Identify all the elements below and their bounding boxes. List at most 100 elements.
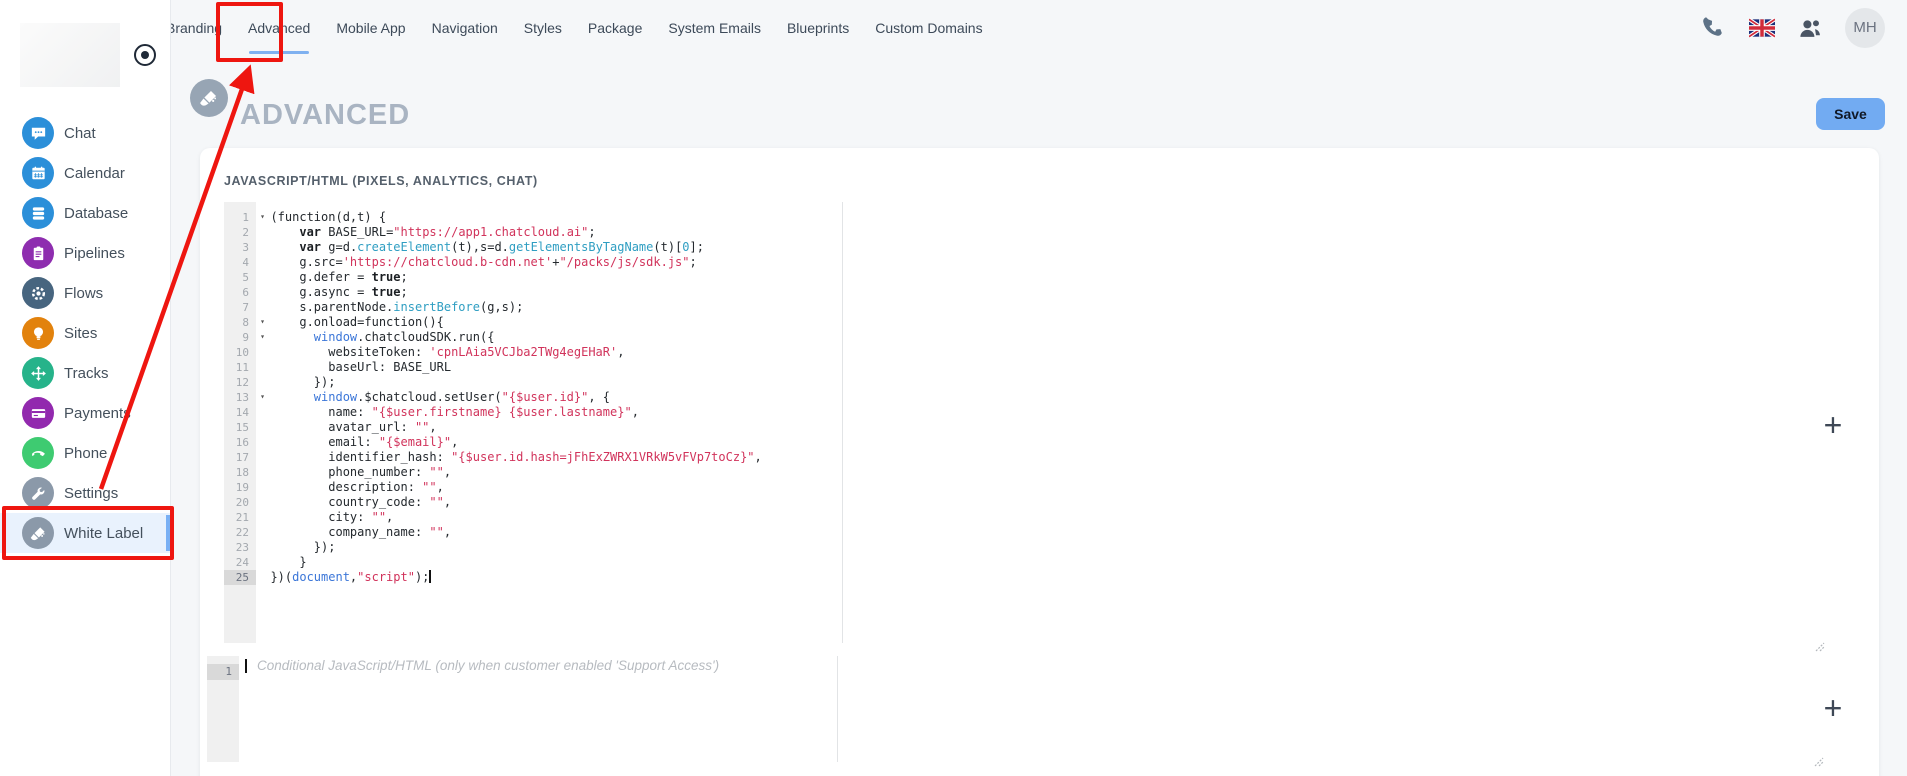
logo-placeholder	[20, 23, 120, 87]
sites-icon	[22, 317, 54, 349]
line-number: 5	[224, 270, 256, 285]
white-label-advanced-page: Chat Calendar Database PipelinesFlowsSitesT…	[0, 0, 1907, 776]
line-number: 8▾	[224, 315, 256, 330]
tab-advanced[interactable]: Advanced	[248, 0, 310, 55]
code-line: identifier_hash: "{$user.id.hash=jFhExZW…	[256, 450, 1816, 465]
sidebar-item-label: Database	[64, 205, 128, 222]
line-number: 23	[224, 540, 256, 555]
language-uk-flag-icon[interactable]	[1749, 15, 1775, 41]
line-number: 17	[224, 450, 256, 465]
white-label-icon	[22, 517, 54, 549]
sidebar-item-database[interactable]: Database	[0, 193, 170, 233]
topbar-icons: MH	[1701, 0, 1885, 55]
sidebar-item-sites[interactable]: Sites	[0, 313, 170, 353]
sidebar-item-payments[interactable]: Payments	[0, 393, 170, 433]
database-icon	[22, 197, 54, 229]
user-avatar[interactable]: MH	[1845, 8, 1885, 48]
editor1-code-area[interactable]: (function(d,t) { var BASE_URL="https://a…	[256, 210, 1816, 585]
phone-icon	[22, 437, 54, 469]
code-line: g.async = true;	[256, 285, 1816, 300]
sidebar-collapse-radio-icon[interactable]	[134, 44, 156, 66]
sidebar: Chat Calendar Database PipelinesFlowsSitesT…	[0, 0, 171, 776]
code-line: var g=d.createElement(t),s=d.getElements…	[256, 240, 1816, 255]
sidebar-item-calendar[interactable]: Calendar	[0, 153, 170, 193]
sidebar-item-settings[interactable]: Settings	[0, 473, 170, 513]
code-line: }	[256, 555, 1816, 570]
sidebar-item-chat[interactable]: Chat	[0, 113, 170, 153]
sidebar-item-flows[interactable]: Flows	[0, 273, 170, 313]
users-icon[interactable]	[1797, 15, 1823, 41]
line-number: 7	[224, 300, 256, 315]
editor2-placeholder: Conditional JavaScript/HTML (only when c…	[257, 658, 719, 673]
code-line: });	[256, 540, 1816, 555]
code-line: phone_number: "",	[256, 465, 1816, 480]
tab-bar: Branding Advanced Mobile App Navigation Styl…	[166, 0, 983, 55]
editor1-resize-handle[interactable]	[1812, 639, 1826, 653]
code-line: baseUrl: BASE_URL	[256, 360, 1816, 375]
editor2-add-button[interactable]: +	[1816, 691, 1850, 725]
code-line: (function(d,t) {	[256, 210, 1816, 225]
line-number: 22	[224, 525, 256, 540]
tab-mobile-app[interactable]: Mobile App	[336, 0, 405, 55]
code-line: window.$chatcloud.setUser("{$user.id}", …	[256, 390, 1816, 405]
sidebar-item-label: Phone	[64, 445, 107, 462]
sidebar-item-tracks[interactable]: Tracks	[0, 353, 170, 393]
line-number: 24	[224, 555, 256, 570]
text-cursor	[429, 570, 431, 583]
editor2-line-number: 1	[207, 664, 239, 680]
tab-custom-domains[interactable]: Custom Domains	[875, 0, 982, 55]
conditional-code-editor[interactable]: 1 Conditional JavaScript/HTML (only when…	[207, 656, 1817, 762]
line-number: 4	[224, 255, 256, 270]
tab-blueprints[interactable]: Blueprints	[787, 0, 849, 55]
sidebar-item-label: Settings	[64, 485, 118, 502]
line-number: 12	[224, 375, 256, 390]
line-number: 14	[224, 405, 256, 420]
editor2-gutter: 1	[207, 656, 239, 762]
editor2-first-line[interactable]: Conditional JavaScript/HTML (only when c…	[239, 658, 1817, 674]
code-line: g.src='https://chatcloud.b-cdn.net'+"/pa…	[256, 255, 1816, 270]
editor2-resize-handle[interactable]	[1811, 754, 1825, 768]
print-margin-line	[837, 656, 838, 762]
code-line: window.chatcloudSDK.run({	[256, 330, 1816, 345]
code-line: })(document,"script");	[256, 570, 1816, 585]
code-line: company_name: "",	[256, 525, 1816, 540]
editor1-add-button[interactable]: +	[1816, 408, 1850, 442]
tab-branding[interactable]: Branding	[166, 0, 222, 55]
tab-package[interactable]: Package	[588, 0, 642, 55]
editor1-gutter: 1▾2345678▾9▾10111213▾1415161718192021222…	[224, 202, 256, 643]
line-number: 3	[224, 240, 256, 255]
line-number: 19	[224, 480, 256, 495]
code-line: city: "",	[256, 510, 1816, 525]
code-line: websiteToken: 'cpnLAia5VCJba2TWg4egEHaR'…	[256, 345, 1816, 360]
pipelines-icon	[22, 237, 54, 269]
line-number: 2	[224, 225, 256, 240]
javascript-html-code-editor[interactable]: 1▾2345678▾9▾10111213▾1415161718192021222…	[224, 202, 1816, 643]
sidebar-item-phone[interactable]: Phone	[0, 433, 170, 473]
line-number: 6	[224, 285, 256, 300]
sidebar-item-pipelines[interactable]: Pipelines	[0, 233, 170, 273]
sidebar-item-label: Payments	[64, 405, 131, 422]
tab-system-emails[interactable]: System Emails	[668, 0, 761, 55]
print-margin-line	[842, 202, 843, 643]
calendar-icon	[22, 157, 54, 189]
save-button[interactable]: Save	[1816, 98, 1885, 130]
advanced-settings-card: JAVASCRIPT/HTML (PIXELS, ANALYTICS, CHAT…	[200, 148, 1879, 776]
tracks-icon	[22, 357, 54, 389]
text-cursor	[245, 659, 247, 673]
line-number: 15	[224, 420, 256, 435]
code-line: name: "{$user.firstname} {$user.lastname…	[256, 405, 1816, 420]
line-number: 1▾	[224, 210, 256, 225]
tab-styles[interactable]: Styles	[524, 0, 562, 55]
flows-icon	[22, 277, 54, 309]
line-number: 20	[224, 495, 256, 510]
line-number: 9▾	[224, 330, 256, 345]
payments-icon	[22, 397, 54, 429]
sidebar-item-white-label[interactable]: White Label	[0, 513, 170, 553]
javascript-html-section-label: JAVASCRIPT/HTML (PIXELS, ANALYTICS, CHAT…	[224, 174, 538, 188]
line-number: 21	[224, 510, 256, 525]
sidebar-item-label: Calendar	[64, 165, 125, 182]
phone-icon[interactable]	[1701, 15, 1727, 41]
code-line: g.onload=function(){	[256, 315, 1816, 330]
tab-navigation[interactable]: Navigation	[432, 0, 498, 55]
code-line: email: "{$email}",	[256, 435, 1816, 450]
